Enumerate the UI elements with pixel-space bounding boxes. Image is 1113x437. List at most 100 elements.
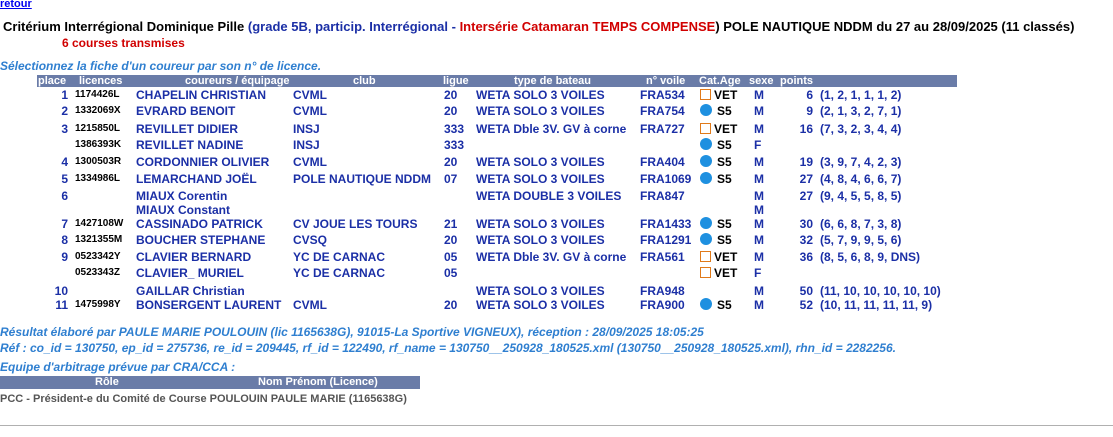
table-row: 0523343Z CLAVIER_ MURIEL YC DE CARNAC 05 VET… bbox=[0, 265, 1113, 281]
table-row: 1 1174426L CHAPELIN CHRISTIAN CVML 20 WETA SO… bbox=[0, 87, 1113, 103]
coureur-name: CASSINADO PATRICK bbox=[136, 217, 263, 231]
table-row: 4 1300503R CORDONNIER OLIVIER CVML 20 WETA SO… bbox=[0, 154, 1113, 170]
coureur-name: REVILLET NADINE bbox=[136, 138, 244, 152]
s5-dot-icon bbox=[700, 217, 712, 229]
category-label: S5 bbox=[717, 298, 732, 312]
sail-number-cell: FRA1433 bbox=[640, 217, 692, 231]
boat-type-cell: WETA Dble 3V. GV à corne bbox=[476, 250, 627, 264]
sexe-cell: M bbox=[754, 250, 764, 264]
coureur-name: CHAPELIN CHRISTIAN bbox=[136, 88, 267, 102]
event-name: Critérium Interrégional Dominique Pille bbox=[3, 19, 245, 34]
sail-number-cell: FRA534 bbox=[640, 88, 685, 102]
club-cell: CVML bbox=[293, 155, 327, 169]
place-cell: 4 bbox=[61, 155, 68, 169]
licence-link[interactable]: 1321355M bbox=[75, 232, 122, 248]
coureur-name: REVILLET DIDIER bbox=[136, 122, 239, 136]
category-age: VET bbox=[700, 265, 737, 281]
licence-link[interactable]: 0523343Z bbox=[75, 265, 120, 281]
place-cell: 3 bbox=[61, 122, 68, 136]
licence-link[interactable]: 1215850L bbox=[75, 121, 120, 137]
club-cell: POLE NAUTIQUE NDDM bbox=[293, 172, 431, 186]
sail-number-cell: FRA900 bbox=[640, 298, 685, 312]
category-age: VET bbox=[700, 249, 737, 265]
points-detail: (10, 11, 11, 11, 11, 9) bbox=[820, 298, 933, 312]
points-cell: 6 bbox=[806, 88, 813, 102]
s5-dot-icon bbox=[700, 138, 712, 150]
ligue-cell: 20 bbox=[444, 155, 458, 169]
col-sexe: sexe bbox=[749, 75, 774, 87]
category-age: VET bbox=[700, 87, 737, 103]
points-detail: (1, 2, 1, 1, 1, 2) bbox=[820, 88, 902, 102]
club-cell: YC DE CARNAC bbox=[293, 250, 386, 264]
place-cell: 7 bbox=[61, 217, 68, 231]
licence-link[interactable]: 1334986L bbox=[75, 171, 120, 187]
licence-link[interactable]: 1386393K bbox=[75, 137, 121, 153]
sail-number-cell: FRA561 bbox=[640, 250, 685, 264]
col-licences: licences bbox=[79, 75, 123, 87]
points-detail: (4, 8, 4, 6, 6, 7) bbox=[820, 172, 902, 186]
coureur-name: BOUCHER STEPHANE bbox=[136, 233, 266, 247]
ligue-cell: 20 bbox=[444, 88, 458, 102]
points-cell: 19 bbox=[799, 155, 813, 169]
vet-box-icon bbox=[700, 267, 711, 278]
sail-number-cell: FRA404 bbox=[640, 155, 685, 169]
category-age: VET bbox=[700, 121, 737, 137]
licence-link[interactable]: 1300503R bbox=[75, 154, 121, 170]
category-age: S5 bbox=[700, 297, 732, 313]
category-label: VET bbox=[714, 122, 738, 136]
sexe-cell: M bbox=[754, 122, 764, 136]
arbitrage-title: Equipe d'arbitrage prévue par CRA/CCA : bbox=[0, 360, 236, 374]
sexe-cell: M bbox=[754, 104, 764, 118]
licence-link[interactable]: 0523342Y bbox=[75, 249, 121, 265]
table-row: 8 1321355M BOUCHER STEPHANE CVSQ 20 WETA SOLO… bbox=[0, 232, 1113, 248]
coureur-name: CLAVIER_ MURIEL bbox=[136, 266, 244, 280]
vet-box-icon bbox=[700, 123, 711, 134]
table-row: 11 1475998Y BONSERGENT LAURENT CVML 20 WETA S… bbox=[0, 297, 1113, 313]
table-row: 9 0523342Y CLAVIER BERNARD YC DE CARNAC 05 WE… bbox=[0, 249, 1113, 265]
points-cell: 52 bbox=[799, 298, 813, 312]
reference-info: Réf : co_id = 130750, ep_id = 275736, re… bbox=[0, 341, 896, 355]
boat-type-cell: WETA SOLO 3 VOILES bbox=[476, 233, 605, 247]
col-ligue: ligue bbox=[443, 75, 469, 87]
category-label: S5 bbox=[717, 172, 732, 186]
club-cell: INSJ bbox=[293, 122, 320, 136]
coureur-name: BONSERGENT LAURENT bbox=[136, 298, 282, 312]
category-label: S5 bbox=[717, 138, 732, 152]
licence-link[interactable]: 1332069X bbox=[75, 103, 121, 119]
table-row: 5 1334986L LEMARCHAND JOËL POLE NAUTIQUE ND… bbox=[0, 171, 1113, 187]
s5-dot-icon bbox=[700, 233, 712, 245]
courses-count: 6 courses transmises bbox=[62, 36, 185, 50]
sexe-cell: F bbox=[754, 138, 762, 152]
licence-link[interactable]: 1174426L bbox=[75, 87, 120, 103]
sail-number-cell: FRA1069 bbox=[640, 172, 692, 186]
ligue-cell: 20 bbox=[444, 298, 458, 312]
event-club-dates: ) POLE NAUTIQUE NDDM du 27 au 28/09/2025… bbox=[715, 19, 1075, 34]
arbitrage-row: PCC - Président-e du Comité de Course PO… bbox=[0, 393, 407, 405]
col-bateau: type de bateau bbox=[514, 75, 592, 87]
boat-type-cell: WETA SOLO 3 VOILES bbox=[476, 155, 605, 169]
licence-link[interactable]: 1427108W bbox=[75, 216, 123, 232]
retour-link[interactable]: retour bbox=[0, 0, 32, 10]
boat-type-cell: WETA SOLO 3 VOILES bbox=[476, 172, 605, 186]
col-voile: n° voile bbox=[646, 75, 686, 87]
points-cell: 9 bbox=[806, 104, 813, 118]
points-cell: 16 bbox=[799, 122, 813, 136]
points-detail: (8, 5, 6, 8, 9, DNS) bbox=[820, 250, 921, 264]
licence-link[interactable]: 1475998Y bbox=[75, 297, 121, 313]
ligue-cell: 20 bbox=[444, 233, 458, 247]
place-cell: 1 bbox=[61, 88, 68, 102]
place-cell: 8 bbox=[61, 233, 68, 247]
instruction-text: Sélectionnez la fiche d'un coureur par s… bbox=[0, 59, 322, 73]
sexe-cell: M bbox=[754, 217, 764, 231]
category-age: S5 bbox=[700, 154, 732, 170]
table-row: 2 1332069X EVRARD BENOIT CVML 20 WETA SOLO 3 … bbox=[0, 103, 1113, 119]
category-label: VET bbox=[714, 88, 738, 102]
result-info: Résultat élaboré par PAULE MARIE POULOUI… bbox=[0, 325, 704, 339]
col-club: club bbox=[353, 75, 376, 87]
category-label: VET bbox=[714, 266, 738, 280]
club-cell: INSJ bbox=[293, 138, 320, 152]
points-detail: (6, 6, 8, 7, 3, 8) bbox=[820, 217, 902, 231]
place-cell: 5 bbox=[61, 172, 68, 186]
col-points: points bbox=[780, 75, 813, 87]
sail-number-cell: FRA727 bbox=[640, 122, 685, 136]
